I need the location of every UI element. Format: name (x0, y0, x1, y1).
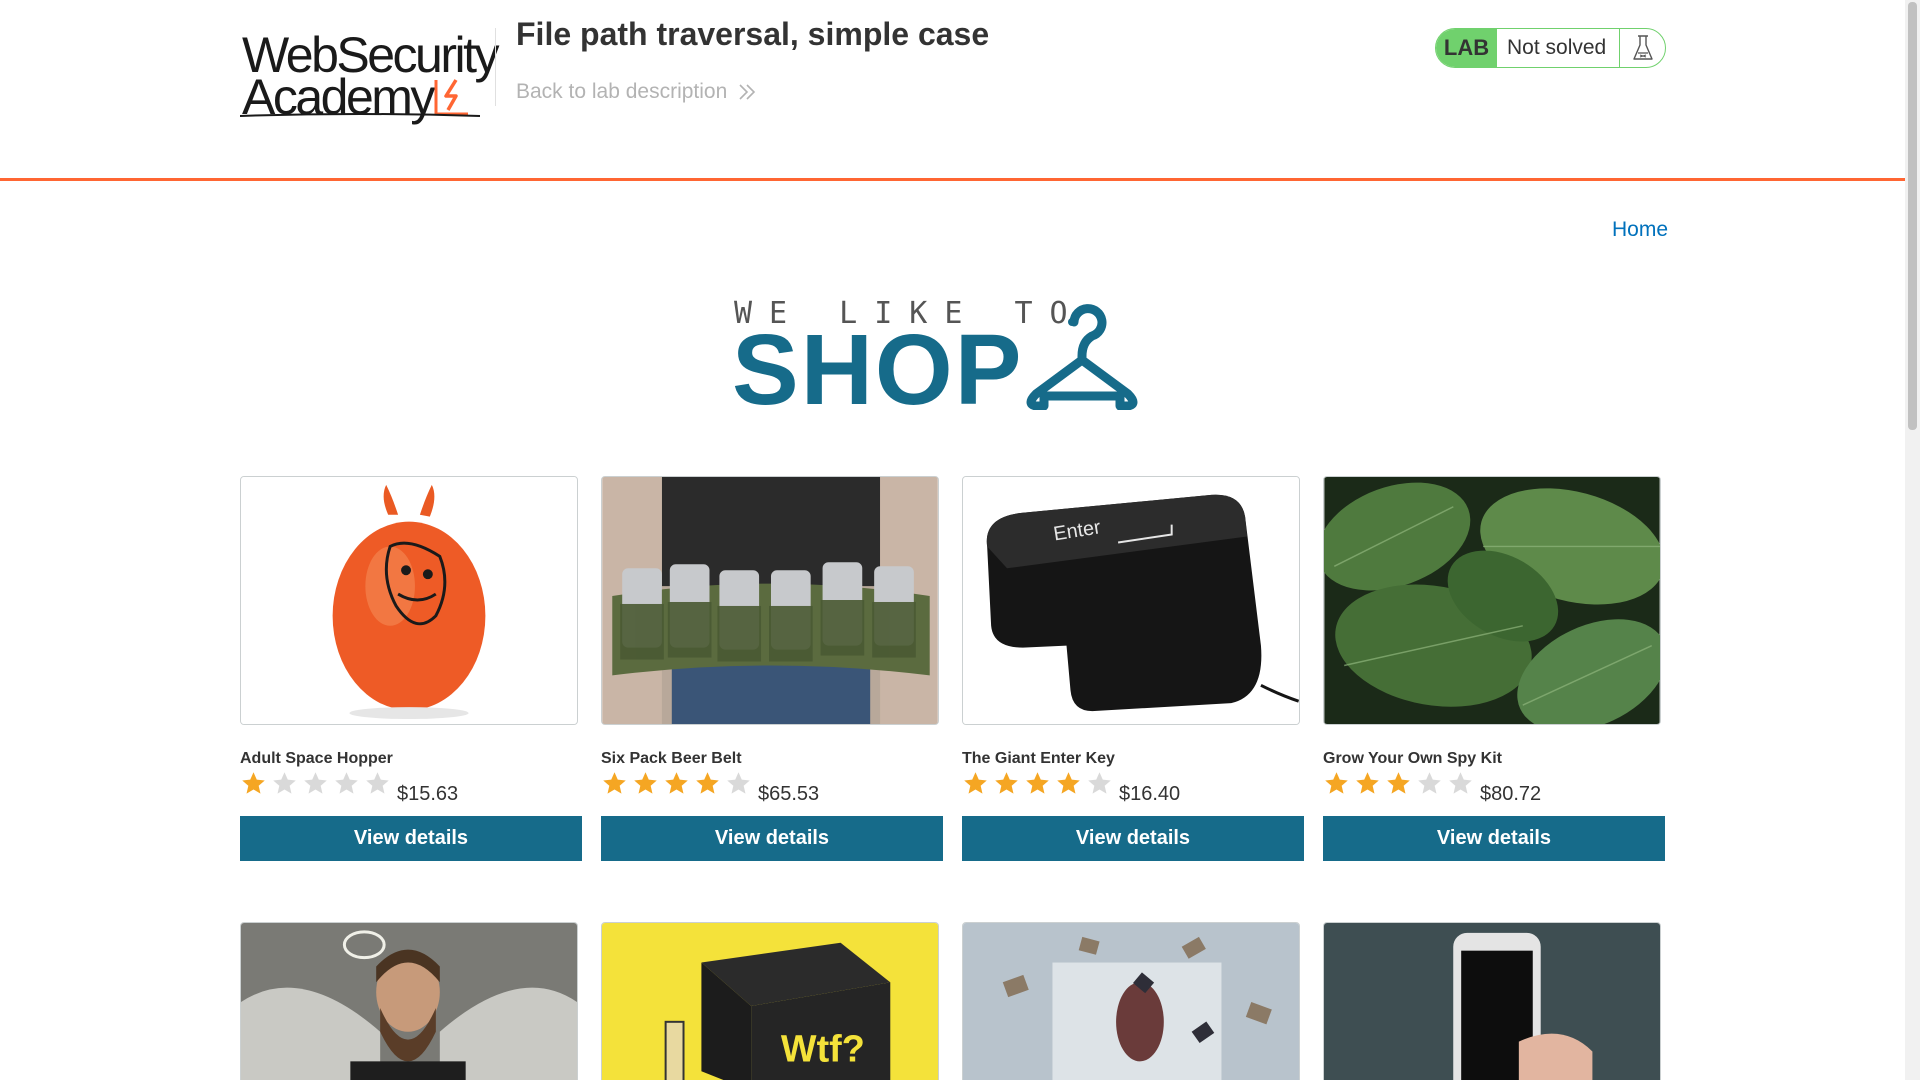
star-empty-icon (364, 770, 395, 801)
product-image-flying-books (962, 922, 1300, 1080)
product-rating (962, 770, 1117, 801)
star-empty-icon (271, 770, 302, 801)
logo-underline (240, 113, 480, 117)
star-filled-icon (240, 770, 271, 801)
product-image-spy-kit-leaves (1323, 476, 1661, 725)
star-filled-icon (993, 770, 1024, 801)
product-name: Adult Space Hopper (240, 750, 393, 767)
product-name: The Giant Enter Key (962, 750, 1115, 767)
product-name: Grow Your Own Spy Kit (1323, 750, 1502, 767)
star-filled-icon (1055, 770, 1086, 801)
academy-header: WebSecurity Academy File path traversal,… (0, 0, 1905, 181)
wtf-box-label: Wtf? (781, 1027, 865, 1069)
star-filled-icon (601, 770, 632, 801)
back-to-lab-description-link[interactable]: Back to lab description (516, 80, 757, 104)
double-chevron-right-icon (739, 84, 756, 100)
star-filled-icon (663, 770, 694, 801)
product-image-wtf-game: Wtf? (601, 922, 939, 1080)
product-rating (1323, 770, 1478, 801)
view-details-button[interactable]: View details (240, 816, 582, 861)
product-rating (601, 770, 756, 801)
product-rating (240, 770, 395, 801)
lab-badge: LAB (1436, 29, 1497, 67)
back-link-label: Back to lab description (516, 80, 728, 103)
star-filled-icon (962, 770, 993, 801)
view-details-button[interactable]: View details (1323, 816, 1665, 861)
product-image-space-hopper (240, 476, 578, 725)
page-scrollbar[interactable] (1905, 0, 1920, 1080)
star-empty-icon (302, 770, 333, 801)
star-empty-icon (725, 770, 756, 801)
web-security-academy-logo[interactable]: WebSecurity Academy (240, 26, 500, 125)
flask-icon (1620, 29, 1665, 67)
star-filled-icon (1323, 770, 1354, 801)
banner-title: SHOP (732, 314, 1024, 426)
view-details-button[interactable]: View details (601, 816, 943, 861)
product-price: $65.53 (758, 783, 820, 805)
scrollbar-thumb[interactable] (1908, 2, 1917, 430)
view-details-button[interactable]: View details (962, 816, 1304, 861)
product-price: $16.40 (1119, 783, 1181, 805)
star-empty-icon (333, 770, 364, 801)
star-empty-icon (1416, 770, 1447, 801)
star-filled-icon (694, 770, 725, 801)
star-filled-icon (632, 770, 663, 801)
product-image-angel-man (240, 922, 578, 1080)
shop-banner: WE LIKE TO SHOP (732, 296, 1172, 420)
product-name: Six Pack Beer Belt (601, 750, 742, 767)
star-empty-icon (1447, 770, 1478, 801)
lab-status-widget: LAB Not solved (1435, 28, 1666, 68)
star-filled-icon (1385, 770, 1416, 801)
lab-title: File path traversal, simple case (516, 16, 990, 52)
home-link[interactable]: Home (1612, 218, 1668, 242)
product-image-smartphone (1323, 922, 1661, 1080)
product-price: $15.63 (397, 783, 459, 805)
star-empty-icon (1086, 770, 1117, 801)
product-price: $80.72 (1480, 783, 1542, 805)
header-divider (495, 28, 496, 106)
product-image-beer-belt (601, 476, 939, 725)
star-filled-icon (1024, 770, 1055, 801)
star-filled-icon (1354, 770, 1385, 801)
product-image-giant-enter-key: Enter (962, 476, 1300, 725)
coat-hanger-icon (1026, 304, 1138, 410)
lab-status-text: Not solved (1497, 29, 1620, 67)
